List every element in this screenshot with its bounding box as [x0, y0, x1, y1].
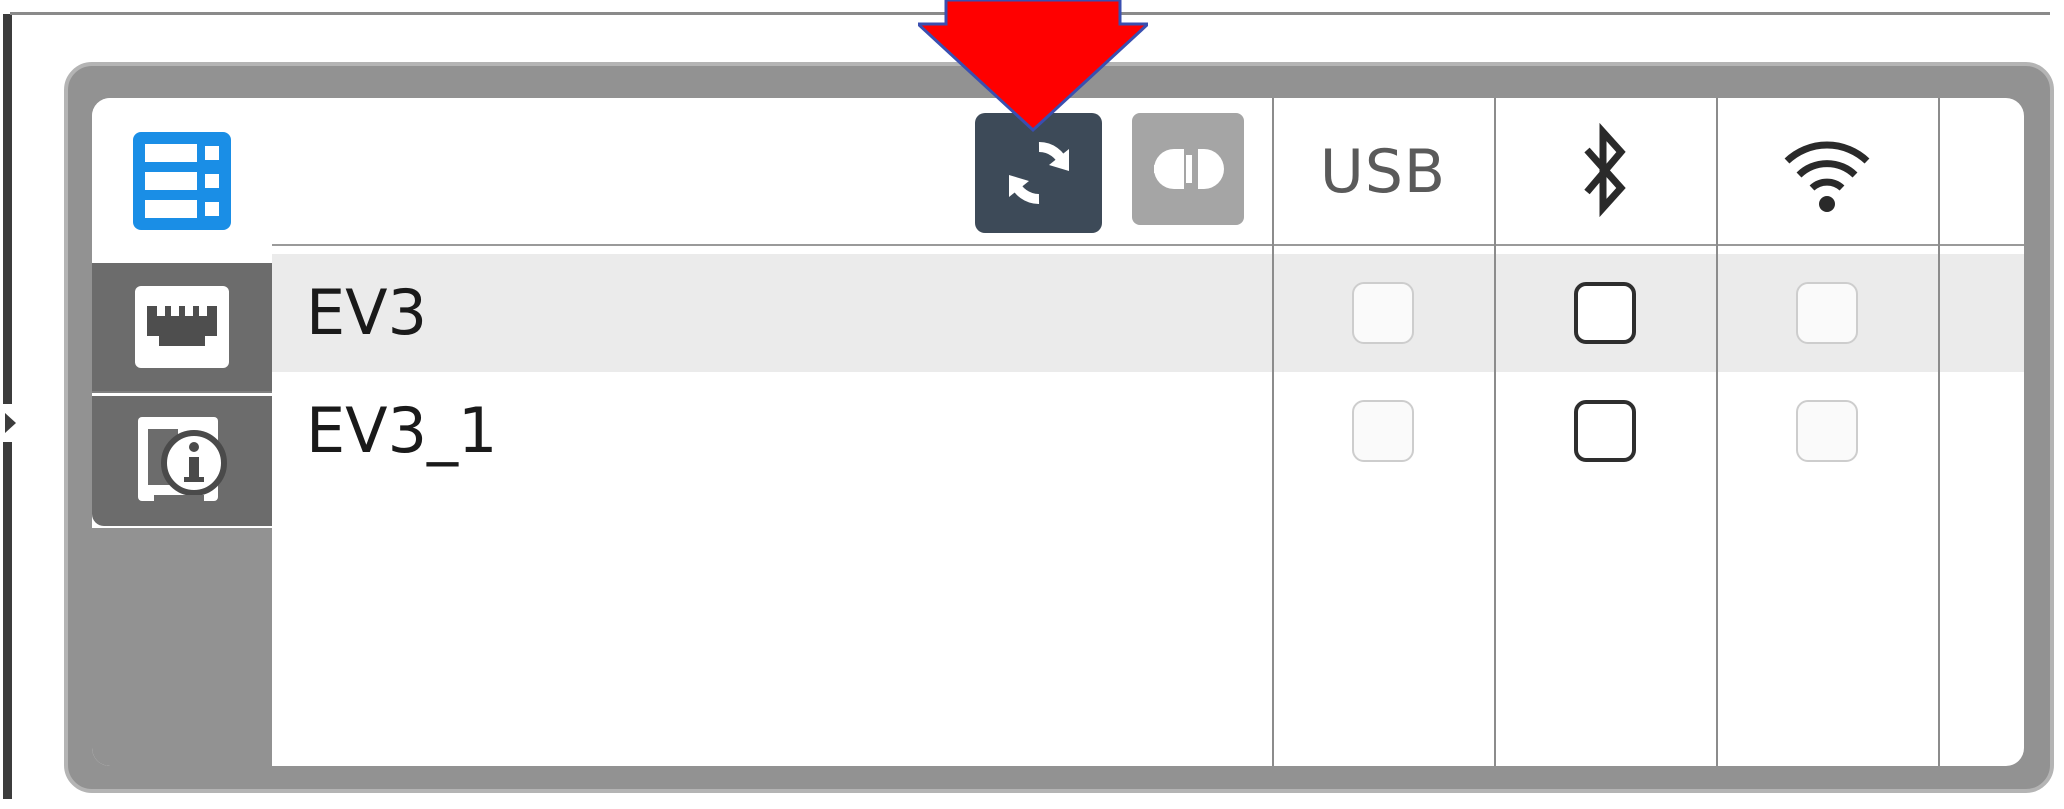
- wifi-cell: [1716, 254, 1938, 372]
- tab-brick-information[interactable]: [92, 396, 272, 526]
- usb-cell: [1272, 254, 1494, 372]
- column-header-usb: USB: [1272, 98, 1494, 245]
- wifi-cell: [1716, 372, 1938, 490]
- column-header-bluetooth: [1494, 98, 1716, 245]
- connect-button[interactable]: [1132, 113, 1244, 225]
- bluetooth-checkbox[interactable]: [1574, 282, 1636, 344]
- bluetooth-cell: [1494, 372, 1716, 490]
- tab-strip-background: [92, 528, 272, 766]
- usb-checkbox: [1352, 282, 1414, 344]
- bluetooth-checkbox[interactable]: [1574, 400, 1636, 462]
- wifi-checkbox: [1796, 282, 1858, 344]
- bluetooth-icon: [1584, 122, 1626, 217]
- usb-label: USB: [1319, 136, 1447, 207]
- bluetooth-cell: [1494, 254, 1716, 372]
- column-header-wifi: [1716, 98, 1938, 245]
- brick-info-icon: [138, 417, 227, 503]
- wifi-icon: [1784, 141, 1870, 212]
- usb-cell: [1272, 372, 1494, 490]
- column-divider: [1494, 98, 1496, 766]
- hardware-page-inner: USB EV3 EV3_1: [92, 98, 2024, 766]
- column-divider: [1938, 98, 1940, 766]
- brick-name: EV3: [306, 276, 428, 349]
- brick-list-icon: [133, 131, 231, 230]
- tab-port-view[interactable]: [92, 263, 272, 393]
- ports-icon: [135, 286, 229, 368]
- wifi-checkbox: [1796, 400, 1858, 462]
- tab-available-bricks[interactable]: [92, 98, 272, 263]
- refresh-icon: [1008, 141, 1069, 205]
- red-arrow-icon: [918, 0, 1148, 133]
- column-divider: [1716, 98, 1718, 766]
- usb-checkbox: [1352, 400, 1414, 462]
- connect-icon: [1154, 149, 1224, 189]
- brick-name: EV3_1: [306, 394, 498, 467]
- column-divider: [1272, 98, 1274, 766]
- header-divider: [272, 244, 2024, 246]
- left-window-edge: [0, 0, 17, 809]
- expand-triangle-icon[interactable]: [5, 413, 16, 433]
